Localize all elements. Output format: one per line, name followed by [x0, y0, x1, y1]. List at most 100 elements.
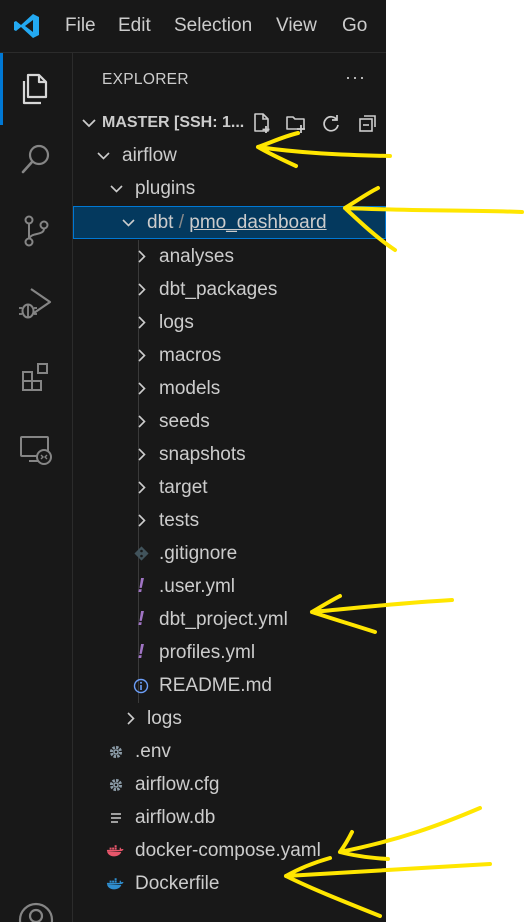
- tree-file-gitignore[interactable]: .gitignore: [73, 537, 386, 570]
- activity-remote-explorer[interactable]: [0, 417, 72, 481]
- tree-label: plugins: [135, 178, 196, 199]
- tree-label: .user.yml: [159, 576, 236, 597]
- gear-icon: [107, 768, 125, 801]
- remote-explorer-icon: [20, 436, 52, 465]
- tree-folder-plugins[interactable]: plugins: [73, 172, 386, 205]
- tree-label: profiles.yml: [159, 642, 256, 663]
- chevron-down-icon[interactable]: [81, 115, 97, 131]
- tree-label: airflow: [122, 145, 177, 166]
- gear-icon: [107, 735, 125, 768]
- chevron-right-icon: [138, 481, 146, 494]
- tree-label: snapshots: [159, 444, 246, 465]
- workspace-folder-header[interactable]: MASTER [SSH: 1...: [73, 108, 386, 138]
- menu-edit[interactable]: Edit: [118, 14, 151, 38]
- tree-file-airflow-db[interactable]: airflow.db: [73, 801, 386, 834]
- more-actions-icon[interactable]: ···: [345, 67, 366, 88]
- tree-label-segment-pmo-dashboard[interactable]: pmo_dashboard: [189, 212, 326, 233]
- activity-explorer[interactable]: [0, 57, 72, 121]
- tree-label: dbt_packages: [159, 279, 278, 300]
- tree-folder-airflow[interactable]: airflow: [73, 139, 386, 172]
- chevron-right-icon: [138, 514, 146, 527]
- activity-source-control[interactable]: [0, 199, 72, 263]
- tree-folder-logs-2[interactable]: logs: [73, 702, 386, 735]
- files-icon: [22, 73, 48, 105]
- extensions-icon: [22, 363, 48, 391]
- menu-view[interactable]: View: [276, 14, 317, 38]
- new-folder-icon[interactable]: [285, 112, 307, 134]
- chevron-right-icon: [138, 283, 146, 296]
- tree-label: target: [159, 477, 208, 498]
- account-icon[interactable]: [17, 901, 55, 922]
- tree-compact-label: dbt / pmo_dashboard: [147, 206, 327, 239]
- tree-label: airflow.cfg: [135, 774, 220, 795]
- tree-folder-macros[interactable]: macros: [73, 339, 386, 372]
- menu-file[interactable]: File: [65, 14, 96, 38]
- activity-bar: [0, 53, 73, 922]
- tree-file-dbt-project-yml[interactable]: ! dbt_project.yml: [73, 603, 386, 636]
- tree-label: tests: [159, 510, 200, 531]
- tree-folder-tests[interactable]: tests: [73, 504, 386, 537]
- tree-file-airflow-cfg[interactable]: airflow.cfg: [73, 768, 386, 801]
- path-separator: /: [173, 212, 190, 233]
- tree-label: .env: [135, 741, 171, 762]
- chevron-right-icon: [138, 415, 146, 428]
- tree-folder-logs[interactable]: logs: [73, 306, 386, 339]
- source-control-icon: [24, 215, 49, 247]
- yaml-exclamation-icon: !: [137, 575, 145, 597]
- tree-label: Dockerfile: [135, 873, 220, 894]
- tree-label: dbt_project.yml: [159, 609, 288, 630]
- collapse-all-icon[interactable]: [357, 112, 379, 134]
- info-icon: [132, 669, 150, 702]
- chevron-down-icon: [97, 152, 110, 160]
- activity-run-debug[interactable]: [0, 271, 72, 335]
- tree-folder-analyses[interactable]: analyses: [73, 240, 386, 273]
- chevron-right-icon: [138, 349, 146, 362]
- tree-label: README.md: [159, 675, 272, 696]
- refresh-icon[interactable]: [320, 112, 342, 134]
- tree-folder-models[interactable]: models: [73, 372, 386, 405]
- git-icon: [132, 537, 150, 570]
- run-debug-icon: [19, 288, 52, 319]
- tree-folder-snapshots[interactable]: snapshots: [73, 438, 386, 471]
- tree-label: logs: [159, 312, 194, 333]
- tree-file-env[interactable]: .env: [73, 735, 386, 768]
- workspace-folder-name: MASTER [SSH: 1...: [102, 114, 245, 131]
- tree-label-segment-dbt[interactable]: dbt: [147, 212, 173, 233]
- activity-extensions[interactable]: [0, 345, 72, 409]
- new-file-icon[interactable]: [251, 112, 273, 134]
- tree-folder-dbt-pmo-dashboard[interactable]: dbt / pmo_dashboard: [73, 206, 386, 239]
- docker-blue-icon: [106, 867, 124, 900]
- tree-label: airflow.db: [135, 807, 216, 828]
- docker-red-icon: [106, 834, 124, 867]
- search-icon: [21, 144, 50, 174]
- yaml-exclamation-icon: !: [137, 608, 145, 630]
- tree-folder-dbt-packages[interactable]: dbt_packages: [73, 273, 386, 306]
- chevron-right-icon: [138, 448, 146, 461]
- tree-file-profiles-yml[interactable]: ! profiles.yml: [73, 636, 386, 669]
- vscode-window: File Edit Selection View Go EXPLORER ···…: [0, 0, 386, 922]
- tree-label: models: [159, 378, 221, 399]
- tree-folder-seeds[interactable]: seeds: [73, 405, 386, 438]
- chevron-right-icon: [138, 382, 146, 395]
- tree-label: seeds: [159, 411, 210, 432]
- tree-file-readme-md[interactable]: README.md: [73, 669, 386, 702]
- tree-label: macros: [159, 345, 222, 366]
- explorer-sidebar: EXPLORER ··· MASTER [SSH: 1... airflow p…: [73, 53, 386, 922]
- explorer-title: EXPLORER: [102, 71, 189, 88]
- menu-selection[interactable]: Selection: [174, 14, 252, 38]
- tree-label: docker-compose.yaml: [135, 840, 321, 861]
- chevron-down-icon: [122, 219, 135, 227]
- chevron-down-icon: [110, 185, 123, 193]
- tree-file-dockerfile[interactable]: Dockerfile: [73, 867, 386, 900]
- tree-folder-target[interactable]: target: [73, 471, 386, 504]
- activity-search[interactable]: [0, 127, 72, 191]
- lines-icon: [107, 801, 125, 834]
- tree-label: .gitignore: [159, 543, 238, 564]
- tree-file-user-yml[interactable]: ! .user.yml: [73, 570, 386, 603]
- vscode-logo-icon[interactable]: [13, 12, 41, 40]
- menu-bar: File Edit Selection View Go: [0, 0, 386, 53]
- tree-file-docker-compose-yaml[interactable]: docker-compose.yaml: [73, 834, 386, 867]
- menu-go[interactable]: Go: [342, 14, 367, 38]
- chevron-right-icon: [127, 712, 135, 725]
- chevron-right-icon: [138, 316, 146, 329]
